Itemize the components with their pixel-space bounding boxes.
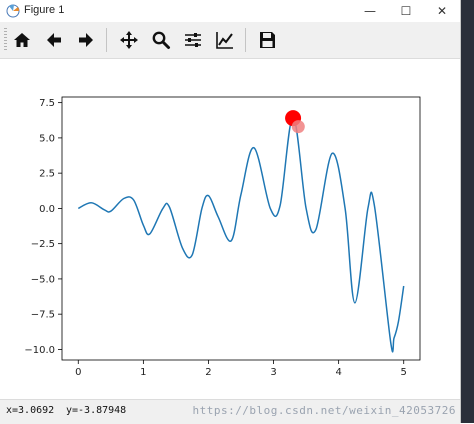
close-icon: ✕ [436, 4, 448, 18]
edit-axes-button[interactable] [213, 28, 237, 52]
zoom-button[interactable] [149, 28, 173, 52]
y-tick-label: 5.0 [39, 133, 55, 144]
background-editor-strip [461, 0, 474, 423]
navigation-toolbar [0, 22, 460, 59]
x-tick-label: 5 [401, 367, 407, 378]
x-tick-label: 3 [270, 367, 276, 378]
window-title: Figure 1 [24, 4, 65, 16]
y-tick-label: 0.0 [39, 204, 55, 215]
forward-button[interactable] [74, 28, 98, 52]
x-tick-label: 4 [335, 367, 341, 378]
arrow-left-icon [47, 33, 61, 47]
maximize-icon: ☐ [400, 4, 412, 18]
watermark-text: https://blog.csdn.net/weixin_42053726 [192, 404, 456, 417]
x-tick-label: 0 [75, 367, 81, 378]
minimize-button[interactable]: — [352, 0, 388, 22]
toolbar-separator [106, 28, 107, 52]
minimize-icon: — [364, 4, 376, 18]
y-tick-label: −2.5 [31, 239, 55, 250]
y-tick-label: −5.0 [31, 274, 55, 285]
save-button[interactable] [255, 28, 279, 52]
magnifier-icon [152, 31, 170, 49]
y-tick-label: 2.5 [39, 169, 55, 180]
pan-button[interactable] [117, 28, 141, 52]
line-chart-icon [216, 32, 233, 49]
move-icon [120, 31, 138, 49]
line-chart[interactable]: 0 1 2 3 4 5 7.5 5.0 2.5 0.0 −2.5 −5.0 −7.5 −10.0 [0, 59, 460, 399]
back-button[interactable] [42, 28, 66, 52]
x-tick-label: 1 [140, 367, 146, 378]
axes-frame [61, 96, 421, 361]
toolbar-separator [245, 28, 246, 52]
matplotlib-logo-icon [6, 4, 20, 18]
status-bar: x=3.0692 y=-3.87948 https://blog.csdn.ne… [0, 399, 460, 424]
x-coordinate-readout: x=3.0692 [6, 405, 55, 416]
y-tick-label: 7.5 [39, 98, 55, 109]
x-tick-label: 2 [205, 367, 211, 378]
configure-subplots-button[interactable] [181, 28, 205, 52]
y-tick-label: −7.5 [31, 310, 55, 321]
toolbar-grip[interactable] [4, 28, 7, 52]
home-button[interactable] [10, 28, 34, 52]
markers [285, 110, 305, 134]
home-icon [14, 33, 30, 47]
close-button[interactable]: ✕ [424, 0, 460, 22]
figure-canvas[interactable]: 0 1 2 3 4 5 7.5 5.0 2.5 0.0 −2.5 −5.0 −7.5 −10.0 [0, 59, 460, 399]
y-tick-label: −10.0 [24, 345, 55, 356]
floppy-disk-icon [260, 32, 275, 48]
secondary-marker [291, 120, 305, 134]
data-line-series [77, 115, 405, 353]
maximize-button[interactable]: ☐ [388, 0, 424, 22]
y-coordinate-readout: y=-3.87948 [66, 405, 127, 416]
figure-window: Figure 1 — ☐ ✕ 0 1 2 3 4 5 7.5 5.0 2.5 0… [0, 0, 461, 424]
axis-ticks: 0 1 2 3 4 5 7.5 5.0 2.5 0.0 −2.5 −5.0 −7.5 −10.0 [24, 98, 407, 378]
arrow-right-icon [79, 33, 93, 47]
title-bar[interactable]: Figure 1 — ☐ ✕ [0, 0, 460, 22]
sliders-icon [185, 33, 201, 47]
